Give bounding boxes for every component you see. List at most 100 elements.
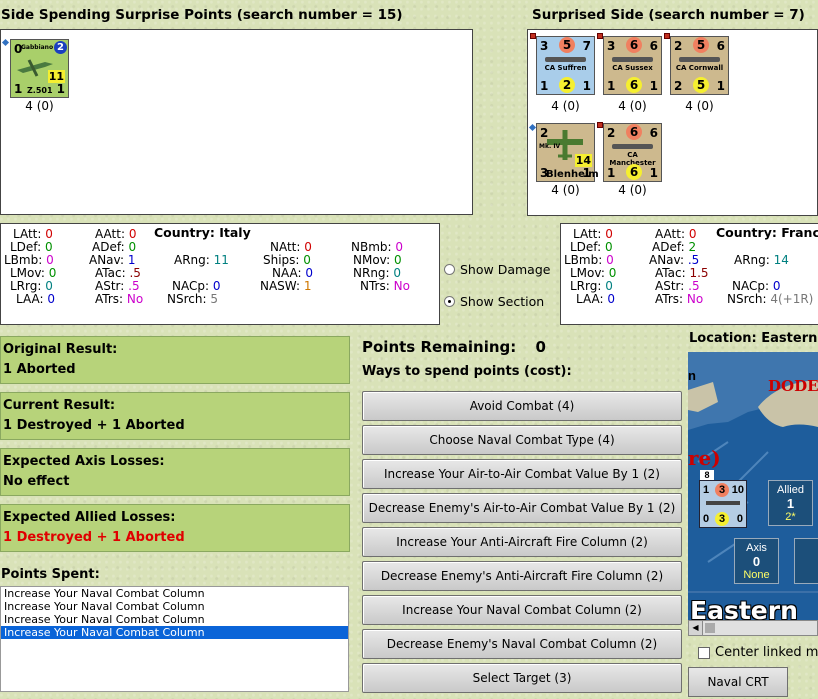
- counter-value: 1: [716, 79, 725, 93]
- list-item[interactable]: Increase Your Naval Combat Column: [1, 626, 348, 639]
- list-item[interactable]: Increase Your Naval Combat Column: [1, 613, 348, 626]
- stat-atrs: No: [686, 292, 704, 306]
- choose-naval-combat-type-button[interactable]: Choose Naval Combat Type (4): [362, 425, 682, 455]
- stat-latt: 0: [45, 227, 53, 241]
- counter-value: 1: [540, 79, 549, 93]
- unit-counter-sussex[interactable]: 3 6 6 CA Sussex 1 6 1: [603, 36, 662, 95]
- surprised-side-stats: LAtt: 0 LDef: 0 LBmb: 0 LMov: 0 LRrg: 0 …: [560, 223, 818, 325]
- unit-counter-blenheim[interactable]: 2 Mk. IV 14 3 Blenheim 1: [536, 123, 599, 182]
- stat-nrng: 0: [393, 266, 402, 280]
- map-view[interactable]: n DODE re) 8 1 3 10 0 3 0 Allied 1 2* Ax…: [688, 352, 818, 620]
- checkbox-icon[interactable]: [698, 646, 710, 659]
- counter-value: 1: [582, 166, 591, 180]
- ways-to-spend-label: Ways to spend points (cost):: [362, 364, 572, 379]
- counter-label: 4 (0): [551, 183, 580, 197]
- counter-name: Mk. IV: [539, 143, 561, 150]
- counter-label: 4 (0): [618, 183, 647, 197]
- counter-name: CA Cornwall: [675, 64, 724, 72]
- stat-aatt: 0: [688, 227, 697, 241]
- counter-value: 1: [14, 82, 23, 96]
- axis-losses-title: Expected Axis Losses:: [3, 454, 165, 469]
- points-remaining-value: 0: [535, 338, 546, 356]
- increase-anti-aircraft-button[interactable]: Increase Your Anti-Aircraft Fire Column …: [362, 527, 682, 557]
- stat-laa: 0: [607, 292, 615, 306]
- map-horizontal-scrollbar[interactable]: ◀: [688, 620, 818, 636]
- counter-value: 1: [56, 82, 65, 96]
- axis-label: Axis: [746, 542, 767, 554]
- stat-arng: 14: [773, 253, 789, 267]
- selected-marker-icon: [528, 123, 537, 132]
- stat-atac: 1.5: [689, 266, 709, 280]
- stat-adef: 0: [128, 240, 137, 254]
- counter-name: CA Sussex: [612, 64, 653, 72]
- scroll-thumb[interactable]: [705, 623, 715, 633]
- list-item[interactable]: Increase Your Naval Combat Column: [1, 587, 348, 600]
- points-spent-list[interactable]: Increase Your Naval Combat Column Increa…: [0, 586, 349, 692]
- counter-value: 1: [607, 166, 616, 180]
- increase-naval-combat-button[interactable]: Increase Your Naval Combat Column (2): [362, 595, 682, 625]
- points-remaining: Points Remaining: 0: [362, 338, 546, 356]
- surprised-units-panel: 3 5 7 CA Suffren 1 2 1 4 (0) 3 6 6 CA Su…: [527, 29, 818, 216]
- counter-label: 4 (0): [25, 99, 54, 113]
- country-name: Italy: [219, 225, 251, 240]
- stat-aatt: 0: [128, 227, 137, 241]
- increase-air-to-air-button[interactable]: Increase Your Air-to-Air Combat Value By…: [362, 459, 682, 489]
- stat-nasw: 1: [303, 279, 312, 293]
- stat-nsrch: 5: [210, 292, 218, 306]
- allied-value: 1: [786, 496, 795, 511]
- radio-on-icon[interactable]: [444, 296, 455, 307]
- original-result-box: Original Result: 1 Aborted: [0, 336, 350, 384]
- country-label: Country:: [716, 225, 777, 240]
- stat-adef: 2: [688, 240, 697, 254]
- counter-value: 0: [703, 513, 710, 525]
- adjacent-box: [794, 538, 818, 584]
- allied-losses-value: 1 Destroyed + 1 Aborted: [3, 530, 185, 545]
- cruiser-icon: [679, 57, 720, 62]
- show-damage-radio[interactable]: Show Damage: [444, 262, 550, 277]
- stat-lrrg: 0: [45, 279, 53, 293]
- country-label: Country:: [154, 225, 215, 240]
- select-target-button[interactable]: Select Target (3): [362, 663, 682, 693]
- counter-label: 4 (0): [551, 99, 580, 113]
- decrease-enemy-anti-aircraft-button[interactable]: Decrease Enemy's Anti-Aircraft Fire Colu…: [362, 561, 682, 591]
- counter-label: 4 (0): [685, 99, 714, 113]
- counter-value: 1: [649, 79, 658, 93]
- map-unit-counter[interactable]: 1 3 10 0 3 0: [699, 480, 747, 528]
- original-result-title: Original Result:: [3, 342, 118, 357]
- stat-laa: 0: [47, 292, 55, 306]
- counter-value: 1: [582, 79, 591, 93]
- selected-marker-icon: [1, 38, 10, 47]
- counter-value: 3: [715, 483, 729, 497]
- current-result-box: Current Result: 1 Destroyed + 1 Aborted: [0, 392, 350, 440]
- axis-sub: None: [743, 569, 770, 581]
- counter-value: 5: [693, 77, 709, 93]
- scroll-left-icon[interactable]: ◀: [689, 621, 703, 635]
- show-section-radio[interactable]: Show Section: [444, 294, 544, 309]
- counter-value: 6: [649, 126, 658, 140]
- current-result-value: 1 Destroyed + 1 Aborted: [3, 418, 185, 433]
- counter-value: 6: [626, 37, 642, 53]
- cruiser-icon: [612, 144, 653, 149]
- counter-value: 0: [736, 513, 743, 525]
- cruiser-icon: [612, 57, 653, 62]
- list-item[interactable]: Increase Your Naval Combat Column: [1, 600, 348, 613]
- counter-value: 1: [703, 484, 710, 496]
- unit-counter-gabbiano[interactable]: 0 Gabbiano 2 11 1 Z.501 1: [10, 39, 69, 98]
- show-section-label: Show Section: [460, 294, 545, 309]
- stat-atrs: No: [126, 292, 144, 306]
- allied-losses-title: Expected Allied Losses:: [3, 510, 176, 525]
- counter-value: 3: [607, 39, 616, 53]
- naval-crt-button[interactable]: Naval CRT: [688, 667, 788, 697]
- unit-counter-manchester[interactable]: 2 6 6 CA Manchester 1 6 1: [603, 123, 662, 182]
- center-linked-label: Center linked m: [715, 645, 818, 660]
- counter-value: 5: [559, 37, 575, 53]
- unit-counter-suffren[interactable]: 3 5 7 CA Suffren 1 2 1: [536, 36, 595, 95]
- decrease-enemy-air-to-air-button[interactable]: Decrease Enemy's Air-to-Air Combat Value…: [362, 493, 682, 523]
- decrease-enemy-naval-combat-button[interactable]: Decrease Enemy's Naval Combat Column (2): [362, 629, 682, 659]
- center-linked-checkbox[interactable]: Center linked m: [698, 645, 818, 660]
- unit-counter-cornwall[interactable]: 2 5 6 CA Cornwall 2 5 1: [670, 36, 729, 95]
- allied-box: Allied 1 2*: [768, 480, 813, 526]
- avoid-combat-button[interactable]: Avoid Combat (4): [362, 391, 682, 421]
- radio-off-icon[interactable]: [444, 264, 455, 275]
- surprised-side-header: Surprised Side (search number = 7): [532, 7, 805, 23]
